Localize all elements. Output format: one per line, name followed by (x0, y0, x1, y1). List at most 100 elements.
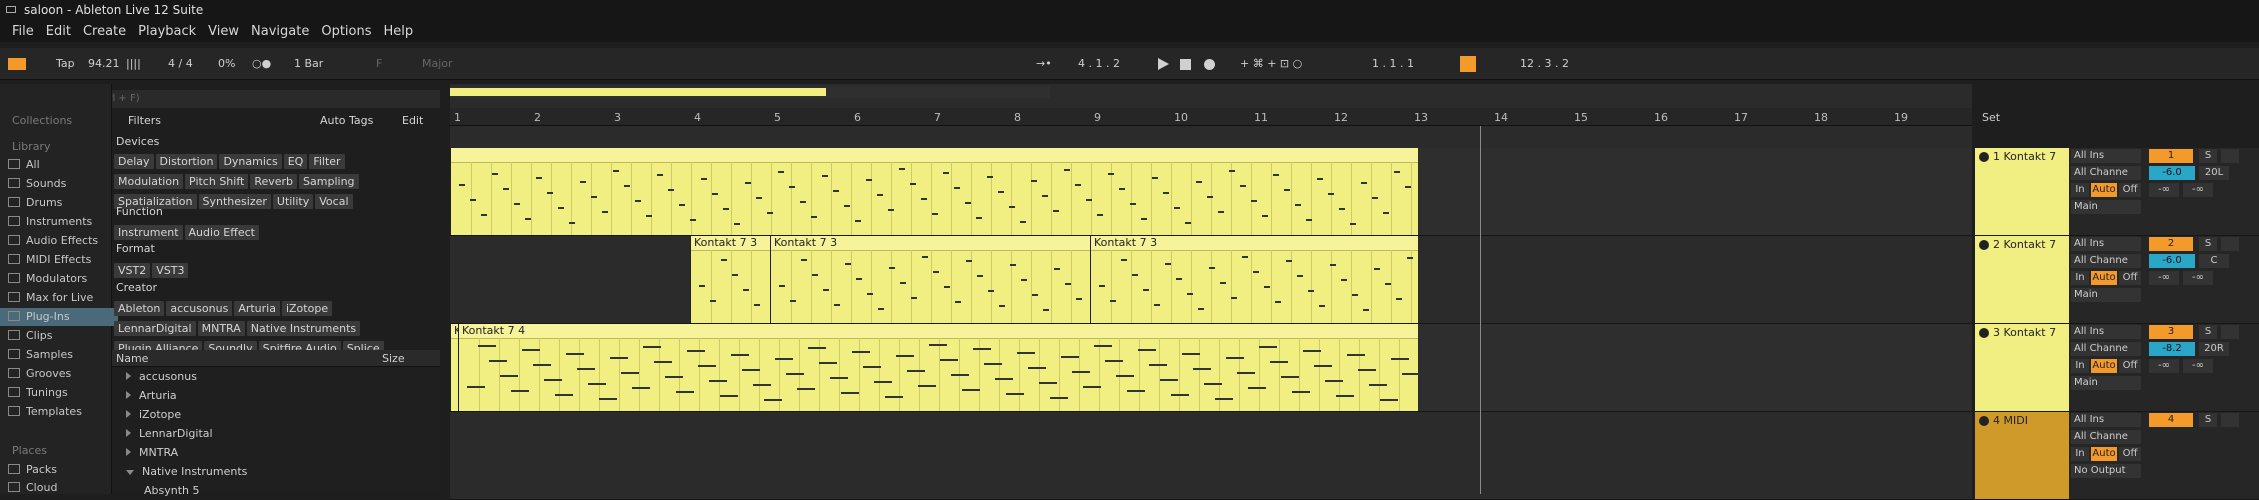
stop-button[interactable] (1180, 59, 1191, 70)
list-item[interactable]: Arturia (126, 389, 177, 402)
midi-clip[interactable]: K (450, 324, 458, 411)
send-b-field[interactable]: -∞ (2183, 271, 2213, 285)
list-item[interactable]: Native Instruments (126, 465, 247, 478)
filter-tag[interactable]: Ableton (114, 301, 165, 316)
input-type-select[interactable]: All Ins (2071, 149, 2141, 163)
quantize-select[interactable]: 1 Bar (294, 56, 323, 72)
track-name[interactable]: 4 MIDI (1993, 414, 2028, 427)
filter-tag[interactable]: Reverb (250, 174, 298, 189)
filter-tag[interactable]: Arturia (234, 301, 280, 316)
size-column-header[interactable]: Size (382, 352, 405, 365)
monitor-auto-button[interactable]: Auto (2091, 359, 2117, 373)
filter-tag[interactable]: Pitch Shift (185, 174, 249, 189)
midi-clip[interactable]: Kontakt 7 3 (770, 236, 1090, 323)
beat-time-ruler[interactable]: 1 2 3 4 5 6 7 8 9 10 11 12 13 14 15 16 17 18 19 (450, 108, 1972, 126)
output-select[interactable]: No Output (2071, 464, 2141, 478)
monitor-off-button[interactable]: Off (2119, 447, 2141, 461)
loop-start-field[interactable]: 1 . 1 . 1 (1372, 56, 1414, 72)
expand-arrow-icon[interactable] (126, 448, 131, 456)
send-b-field[interactable]: -∞ (2183, 359, 2213, 373)
filter-tag[interactable]: Dynamics (219, 154, 282, 169)
filter-tag[interactable]: MNTRA (197, 321, 245, 336)
monitor-auto-button[interactable]: Auto (2091, 271, 2117, 285)
filter-tag[interactable]: Distortion (155, 154, 218, 169)
input-channel-select[interactable]: All Channe (2071, 166, 2141, 180)
places-item-packs[interactable]: Packs (8, 461, 57, 479)
track-header[interactable]: 2 Kontakt 7 (1975, 236, 2069, 324)
groove-field[interactable]: 0% (218, 56, 235, 72)
track-fold-icon[interactable] (1979, 328, 1989, 338)
filter-tag[interactable]: EQ (283, 154, 308, 169)
set-button[interactable]: Set (1982, 111, 2000, 124)
filter-tag[interactable]: Audio Effect (184, 225, 259, 240)
scale-select[interactable]: Major (422, 56, 453, 72)
sidebar-item-max-for-live[interactable]: Max for Live (8, 289, 93, 307)
sidebar-item-plug-ins[interactable]: Plug-Ins (0, 308, 118, 326)
filter-tag[interactable]: Native Instruments (246, 321, 361, 336)
devices-heading[interactable]: Devices (116, 135, 159, 148)
session-arrangement-toggle[interactable] (8, 58, 26, 70)
arm-button[interactable] (2221, 237, 2239, 251)
volume-field[interactable]: -8.2 (2149, 342, 2195, 356)
sidebar-item-audio-effects[interactable]: Audio Effects (8, 232, 98, 250)
filter-tag[interactable]: VST3 (152, 263, 189, 278)
filter-tag[interactable]: Instrument (114, 225, 183, 240)
filter-tag[interactable]: accusonus (166, 301, 233, 316)
format-heading[interactable]: Format (116, 242, 155, 255)
sidebar-item-midi-effects[interactable]: MIDI Effects (8, 251, 91, 269)
filter-tag[interactable]: Vocal (315, 194, 353, 209)
track-activator[interactable]: 4 (2149, 413, 2193, 427)
list-item[interactable]: iZotope (126, 408, 181, 421)
filter-tag[interactable]: Delay (114, 154, 154, 169)
sidebar-item-templates[interactable]: Templates (8, 403, 82, 421)
send-a-field[interactable]: -∞ (2149, 359, 2179, 373)
output-select[interactable]: Main (2071, 288, 2141, 302)
places-item-cloud[interactable]: Cloud (8, 479, 57, 497)
track-fold-icon[interactable] (1979, 152, 1989, 162)
track-activator[interactable]: 1 (2149, 149, 2193, 163)
solo-button[interactable]: S (2199, 413, 2217, 427)
monitor-off-button[interactable]: Off (2119, 183, 2141, 197)
monitor-auto-button[interactable]: Auto (2091, 447, 2117, 461)
menu-create[interactable]: Create (83, 21, 126, 43)
input-channel-select[interactable]: All Channe (2071, 254, 2141, 268)
solo-button[interactable]: S (2199, 325, 2217, 339)
output-select[interactable]: Main (2071, 376, 2141, 390)
sidebar-item-grooves[interactable]: Grooves (8, 365, 71, 383)
input-channel-select[interactable]: All Channe (2071, 342, 2141, 356)
sidebar-item-instruments[interactable]: Instruments (8, 213, 92, 231)
key-select[interactable]: F (376, 56, 382, 72)
arm-button[interactable] (2221, 149, 2239, 163)
filters-heading[interactable]: Filters (128, 114, 161, 127)
filter-tag[interactable]: LennarDigital (114, 321, 196, 336)
sidebar-item-tunings[interactable]: Tunings (8, 384, 68, 402)
track-name[interactable]: 3 Kontakt 7 (1993, 326, 2056, 339)
sidebar-item-sounds[interactable]: Sounds (8, 175, 66, 193)
send-a-field[interactable]: -∞ (2149, 183, 2179, 197)
send-b-field[interactable]: -∞ (2183, 183, 2213, 197)
tempo-field[interactable]: 94.21 (88, 56, 120, 72)
monitor-auto-button[interactable]: Auto (2091, 183, 2117, 197)
filter-tag[interactable]: Modulation (114, 174, 184, 189)
expand-arrow-icon[interactable] (126, 391, 131, 399)
track-activator[interactable]: 2 (2149, 237, 2193, 251)
menu-edit[interactable]: Edit (46, 21, 71, 43)
monitor-in-button[interactable]: In (2071, 271, 2089, 285)
follow-icon[interactable]: ○● (252, 56, 271, 72)
input-type-select[interactable]: All Ins (2071, 237, 2141, 251)
monitor-in-button[interactable]: In (2071, 359, 2089, 373)
loop-switch[interactable] (1460, 56, 1476, 72)
overview-bar[interactable] (450, 86, 1050, 98)
filter-tag[interactable]: VST2 (114, 263, 151, 278)
filter-tag[interactable]: iZotope (281, 301, 333, 316)
arrangement-position[interactable]: 4 . 1 . 2 (1078, 56, 1120, 72)
midi-clip[interactable]: Kontakt 7 4 (458, 324, 1420, 411)
sidebar-item-modulators[interactable]: Modulators (8, 270, 87, 288)
function-heading[interactable]: Function (116, 205, 163, 218)
menu-playback[interactable]: Playback (138, 21, 196, 43)
edit-button[interactable]: Edit (402, 114, 423, 127)
tap-button[interactable]: Tap (56, 56, 75, 72)
name-column-header[interactable]: Name (116, 352, 148, 365)
expand-arrow-icon[interactable] (126, 372, 131, 380)
menu-file[interactable]: File (12, 21, 34, 43)
